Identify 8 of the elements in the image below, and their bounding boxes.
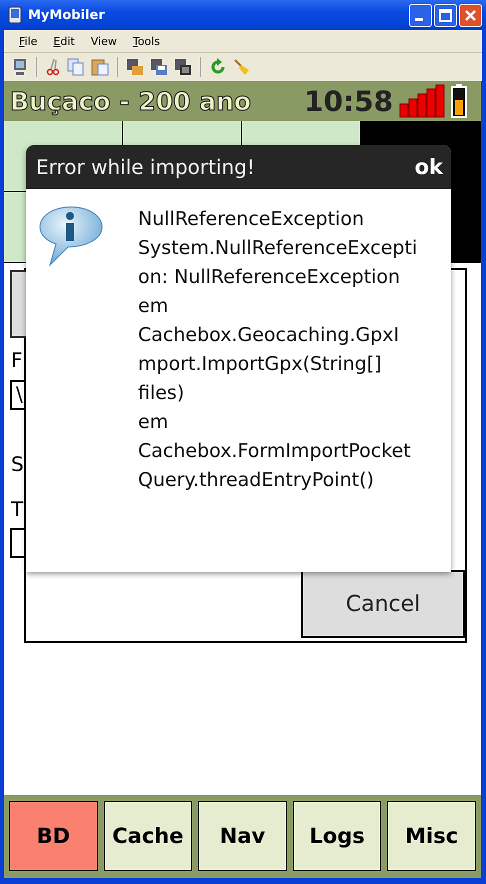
clock: 10:58: [304, 84, 394, 118]
field-label: F: [11, 348, 23, 372]
header-title: Buçaco - 200 ano: [10, 86, 252, 116]
window-title: MyMobiler: [28, 8, 105, 22]
error-message: NullReferenceException System.NullReferenceExcepti on: NullReferenceException em Cachebox.Geocaching.GpxI mport.ImportGpx(String[] files) em Cachebox.FormImportPocket Query.threadEntryPoint(): [138, 207, 418, 493]
field-label: S: [11, 452, 24, 476]
dialog-title: Error while importing!: [36, 155, 255, 179]
field-label: T: [11, 497, 24, 521]
